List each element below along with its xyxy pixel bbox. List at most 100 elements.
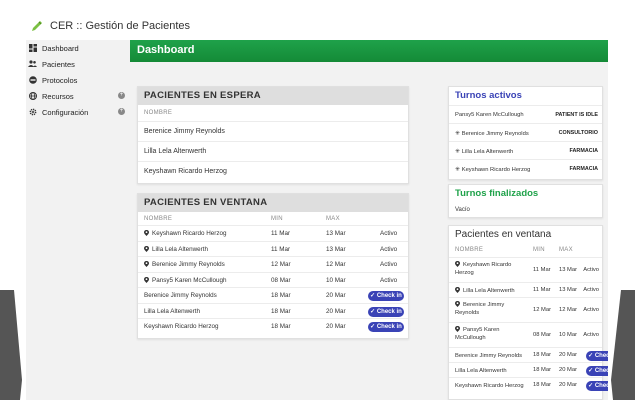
table-row[interactable]: Berenice Jimmy Reynolds 18 Mar 20 Mar ✓ Che…: [449, 347, 608, 362]
check-in-button[interactable]: ✓ Check in: [586, 381, 608, 391]
map-pin-icon: [144, 245, 149, 252]
sparkle-icon: ✳: [455, 131, 462, 137]
table-row[interactable]: Lilla Lela Altenwerth 11 Mar 13 Mar Activo: [449, 282, 602, 297]
page-title: Dashboard: [137, 44, 195, 56]
expand-plus-icon[interactable]: +: [118, 92, 125, 99]
turnos-activos-rows: Pansy5 Karen McCullough PATIENT IS IDLE ✳ …: [449, 105, 602, 177]
status-text: Activo: [380, 261, 398, 268]
check-in-button[interactable]: ✓ Check in: [368, 306, 404, 317]
col-nombre: NOMBRE: [144, 216, 173, 222]
users-icon: [28, 60, 37, 69]
ventana-right-panel: Pacientes en ventana NOMBRE MIN MAX Keys…: [448, 225, 608, 400]
patient-name-cell: Berenice Jimmy Reynolds: [455, 301, 505, 316]
dashboard-icon: [28, 44, 37, 53]
pen-logo-icon: [32, 21, 42, 31]
list-item[interactable]: ✳ Keyshawn Ricardo Herzog FARMACIA: [449, 159, 602, 177]
patient-name-cell: Lilla Lela Altenwerth: [144, 307, 201, 315]
ventana-right-col-headers: NOMBRE MIN MAX: [449, 244, 602, 257]
min-date: 18 Mar: [271, 307, 291, 315]
check-in-button[interactable]: ✓ Check in: [586, 366, 608, 376]
status-badge: FARMACIA: [569, 148, 598, 154]
patient-name: Berenice Jimmy Reynolds: [144, 128, 225, 135]
check-in-button[interactable]: ✓ Check in: [368, 322, 404, 332]
table-row[interactable]: Keyshawn Ricardo Herzog 18 Mar 20 Mar ✓ Che…: [449, 377, 608, 392]
turnos-activos-title: Turnos activos: [455, 90, 522, 101]
check-icon: ✓: [370, 324, 377, 330]
min-date: 11 Mar: [271, 245, 291, 253]
table-row[interactable]: Berenice Jimmy Reynolds: [138, 121, 408, 141]
map-pin-icon: [455, 287, 460, 293]
table-row[interactable]: Keyshawn Ricardo Herzog: [138, 161, 408, 181]
patient-name-cell: Pansy5 Karen McCullough: [144, 276, 227, 284]
list-item[interactable]: ✳ Lilla Lela Altenwerth FARMACIA: [449, 141, 602, 159]
table-row[interactable]: Lilla Lela Altenwerth 18 Mar 20 Mar ✓ Check…: [138, 302, 408, 319]
map-pin-icon: [144, 276, 149, 283]
status-badge: PATIENT IS IDLE: [555, 112, 598, 118]
status-text: Activo: [583, 307, 599, 313]
turnos-finalizados-title: Turnos finalizados: [455, 188, 539, 199]
ventana-rows: Keyshawn Ricardo Herzog 11 Mar 13 Mar Activ…: [138, 225, 408, 334]
ventana-right-title: Pacientes en ventana: [455, 229, 552, 240]
col-min: MIN: [533, 247, 545, 253]
min-date: 08 Mar: [533, 332, 552, 338]
check-in-button[interactable]: ✓ Check in: [368, 291, 404, 301]
status-text: Activo: [583, 287, 599, 293]
patient-name-cell: Keyshawn Ricardo Herzog: [144, 230, 227, 237]
status-text: Activo: [380, 230, 398, 237]
ventana-col-headers: NOMBRE MIN MAX: [138, 212, 408, 225]
turno-name-cell: Pansy5 Karen McCullough: [455, 112, 524, 118]
gear-icon: [28, 108, 37, 117]
max-date: 20 Mar: [559, 352, 578, 358]
sidebar-item-protocolos[interactable]: Protocolos: [26, 72, 130, 88]
min-date: 08 Mar: [271, 276, 291, 284]
patient-name: Keyshawn Ricardo Herzog: [144, 168, 227, 175]
list-item[interactable]: Pansy5 Karen McCullough PATIENT IS IDLE: [449, 105, 602, 123]
table-row[interactable]: Keyshawn Ricardo Herzog 18 Mar 20 Mar ✓ Che…: [138, 318, 408, 334]
check-icon: ✓: [588, 368, 595, 374]
app-title: CER :: Gestión de Pacientes: [50, 20, 191, 32]
table-row[interactable]: Lilla Lela Altenwerth: [138, 141, 408, 161]
max-date: 20 Mar: [326, 292, 346, 299]
max-date: 20 Mar: [559, 382, 578, 388]
list-item[interactable]: ✳ Berenice Jimmy Reynolds CONSULTORIO: [449, 123, 602, 141]
table-row[interactable]: Lilla Lela Altenwerth 18 Mar 20 Mar ✓ Check…: [449, 362, 608, 377]
patient-name-cell: Lilla Lela Altenwerth: [144, 245, 208, 253]
expand-plus-icon[interactable]: +: [118, 108, 125, 115]
patient-name-cell: Keyshawn Ricardo Herzog: [455, 261, 512, 276]
table-row[interactable]: Keyshawn Ricardo Herzog 11 Mar 13 Mar Activ…: [449, 257, 602, 282]
turnos-activos-panel: Turnos activos Pansy5 Karen McCullough PA…: [448, 86, 603, 180]
app-window: CER :: Gestión de Pacientes Dashboard Pa…: [26, 12, 608, 400]
status-text: Activo: [583, 332, 599, 338]
sidebar-item-dashboard[interactable]: Dashboard: [26, 40, 130, 56]
map-pin-icon: [455, 301, 460, 307]
table-row[interactable]: Berenice Jimmy Reynolds 18 Mar 20 Mar ✓ Che…: [138, 287, 408, 303]
status-badge: FARMACIA: [569, 166, 598, 172]
table-row[interactable]: Berenice Jimmy Reynolds 12 Mar 12 Mar Activ…: [138, 256, 408, 272]
check-icon: ✓: [588, 353, 595, 359]
map-pin-icon: [144, 230, 149, 236]
table-row[interactable]: Lilla Lela Altenwerth 11 Mar 13 Mar Activo: [138, 240, 408, 257]
table-row[interactable]: Pansy5 Karen McCullough 08 Mar 10 Mar Activ…: [449, 322, 602, 347]
sidebar-item-pacientes[interactable]: Pacientes: [26, 56, 130, 72]
min-date: 12 Mar: [271, 261, 291, 268]
sidebar-item-configuracion[interactable]: Configuración +: [26, 104, 130, 120]
sidebar-item-recursos[interactable]: Recursos +: [26, 88, 130, 104]
sidebar: Dashboard Pacientes Protocolos Recursos …: [26, 40, 130, 400]
check-icon: ✓: [370, 308, 377, 315]
max-date: 20 Mar: [559, 367, 578, 373]
ventana-right-rows: Keyshawn Ricardo Herzog 11 Mar 13 Mar Activ…: [449, 257, 608, 392]
min-date: 18 Mar: [533, 352, 552, 358]
table-row[interactable]: Berenice Jimmy Reynolds 12 Mar 12 Mar Activ…: [449, 297, 602, 322]
status-badge: CONSULTORIO: [558, 130, 598, 136]
check-in-button[interactable]: ✓ Check in: [586, 351, 608, 361]
check-icon: ✓: [370, 293, 377, 299]
col-min: MIN: [271, 216, 283, 222]
table-row[interactable]: Keyshawn Ricardo Herzog 11 Mar 13 Mar Activ…: [138, 225, 408, 241]
map-pin-icon: [144, 261, 149, 267]
patient-name-cell: Berenice Jimmy Reynolds: [455, 353, 523, 359]
table-row[interactable]: Pansy5 Karen McCullough 08 Mar 10 Mar Activ…: [138, 271, 408, 288]
ventana-panel: PACIENTES EN VENTANA NOMBRE MIN MAX Keys…: [137, 193, 409, 339]
turno-name-cell: ✳ Berenice Jimmy Reynolds: [455, 131, 529, 137]
max-date: 13 Mar: [559, 267, 578, 273]
sidebar-item-label: Recursos: [42, 91, 74, 101]
